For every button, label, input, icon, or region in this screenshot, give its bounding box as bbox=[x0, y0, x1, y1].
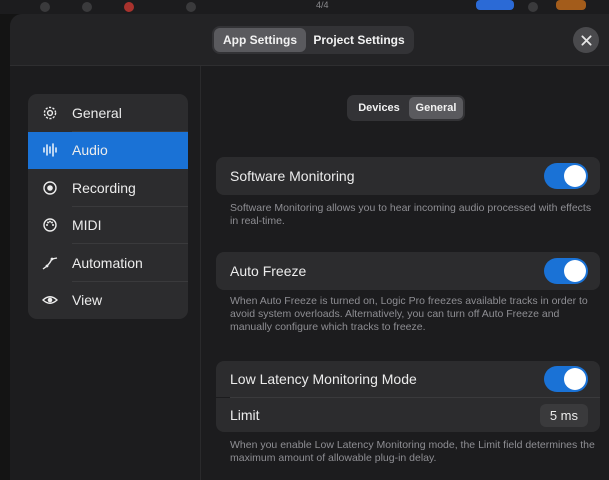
software-monitoring-label: Software Monitoring bbox=[230, 168, 355, 184]
toolbar-blue-button bbox=[476, 0, 514, 10]
tab-general[interactable]: General bbox=[409, 97, 463, 119]
toolbar-control-icon bbox=[186, 2, 196, 12]
low-latency-description: When you enable Low Latency Monitoring m… bbox=[230, 439, 595, 464]
sidebar-item-label: General bbox=[72, 104, 122, 121]
sidebar-item-label: Audio bbox=[72, 142, 108, 159]
record-button bbox=[124, 2, 134, 12]
software-monitoring-description: Software Monitoring allows you to hear i… bbox=[230, 202, 592, 227]
close-button[interactable] bbox=[573, 27, 599, 53]
toolbar-orange-button bbox=[556, 0, 586, 10]
settings-sidebar: General Audio Recording MIDI Automation … bbox=[28, 94, 188, 319]
toolbar-control-icon bbox=[40, 2, 50, 12]
low-latency-toggle[interactable] bbox=[544, 366, 588, 392]
gear-icon bbox=[42, 105, 58, 121]
time-signature: 4/4 bbox=[316, 0, 329, 10]
audio-section-segmented-control: Devices General bbox=[347, 95, 465, 121]
software-monitoring-toggle[interactable] bbox=[544, 163, 588, 189]
sidebar-item-midi[interactable]: MIDI bbox=[28, 207, 188, 244]
low-latency-row: Low Latency Monitoring Mode bbox=[216, 361, 600, 397]
settings-modal: App Settings Project Settings General Au… bbox=[10, 14, 609, 480]
limit-row: Limit 5 ms bbox=[216, 398, 600, 432]
tab-app-settings[interactable]: App Settings bbox=[214, 28, 306, 52]
record-icon bbox=[42, 180, 58, 196]
toolbar-control-icon bbox=[528, 2, 538, 12]
sidebar-item-label: MIDI bbox=[72, 217, 102, 234]
limit-value-field[interactable]: 5 ms bbox=[539, 403, 588, 427]
toolbar-control-icon bbox=[82, 2, 92, 12]
toggle-knob bbox=[564, 165, 586, 187]
auto-freeze-toggle[interactable] bbox=[544, 258, 588, 284]
sidebar-item-automation[interactable]: Automation bbox=[28, 244, 188, 282]
sidebar-item-label: Recording bbox=[72, 179, 136, 196]
sidebar-item-general[interactable]: General bbox=[28, 94, 188, 132]
waveform-icon bbox=[42, 142, 58, 158]
auto-freeze-row: Auto Freeze bbox=[216, 252, 600, 290]
background-app-toolbar: 4/4 bbox=[0, 0, 609, 14]
eye-icon bbox=[42, 292, 58, 308]
auto-freeze-label: Auto Freeze bbox=[230, 263, 307, 279]
software-monitoring-row: Software Monitoring bbox=[216, 157, 600, 195]
sidebar-item-recording[interactable]: Recording bbox=[28, 169, 188, 207]
auto-freeze-description: When Auto Freeze is turned on, Logic Pro… bbox=[230, 295, 588, 333]
limit-label: Limit bbox=[230, 407, 260, 423]
modal-header: App Settings Project Settings bbox=[10, 14, 609, 66]
pane-divider bbox=[200, 66, 201, 480]
sidebar-item-label: View bbox=[72, 292, 103, 309]
settings-scope-segmented-control: App Settings Project Settings bbox=[212, 26, 414, 54]
sidebar-item-audio[interactable]: Audio bbox=[28, 131, 188, 169]
close-icon bbox=[580, 34, 592, 46]
sidebar-item-label: Automation bbox=[72, 254, 143, 271]
low-latency-label: Low Latency Monitoring Mode bbox=[230, 371, 417, 387]
automation-curve-icon bbox=[42, 255, 58, 271]
sidebar-item-view[interactable]: View bbox=[28, 282, 188, 320]
midi-port-icon bbox=[42, 217, 58, 233]
toggle-knob bbox=[564, 260, 586, 282]
toggle-knob bbox=[564, 368, 586, 390]
tab-project-settings[interactable]: Project Settings bbox=[306, 28, 412, 52]
tab-devices[interactable]: Devices bbox=[349, 97, 409, 119]
